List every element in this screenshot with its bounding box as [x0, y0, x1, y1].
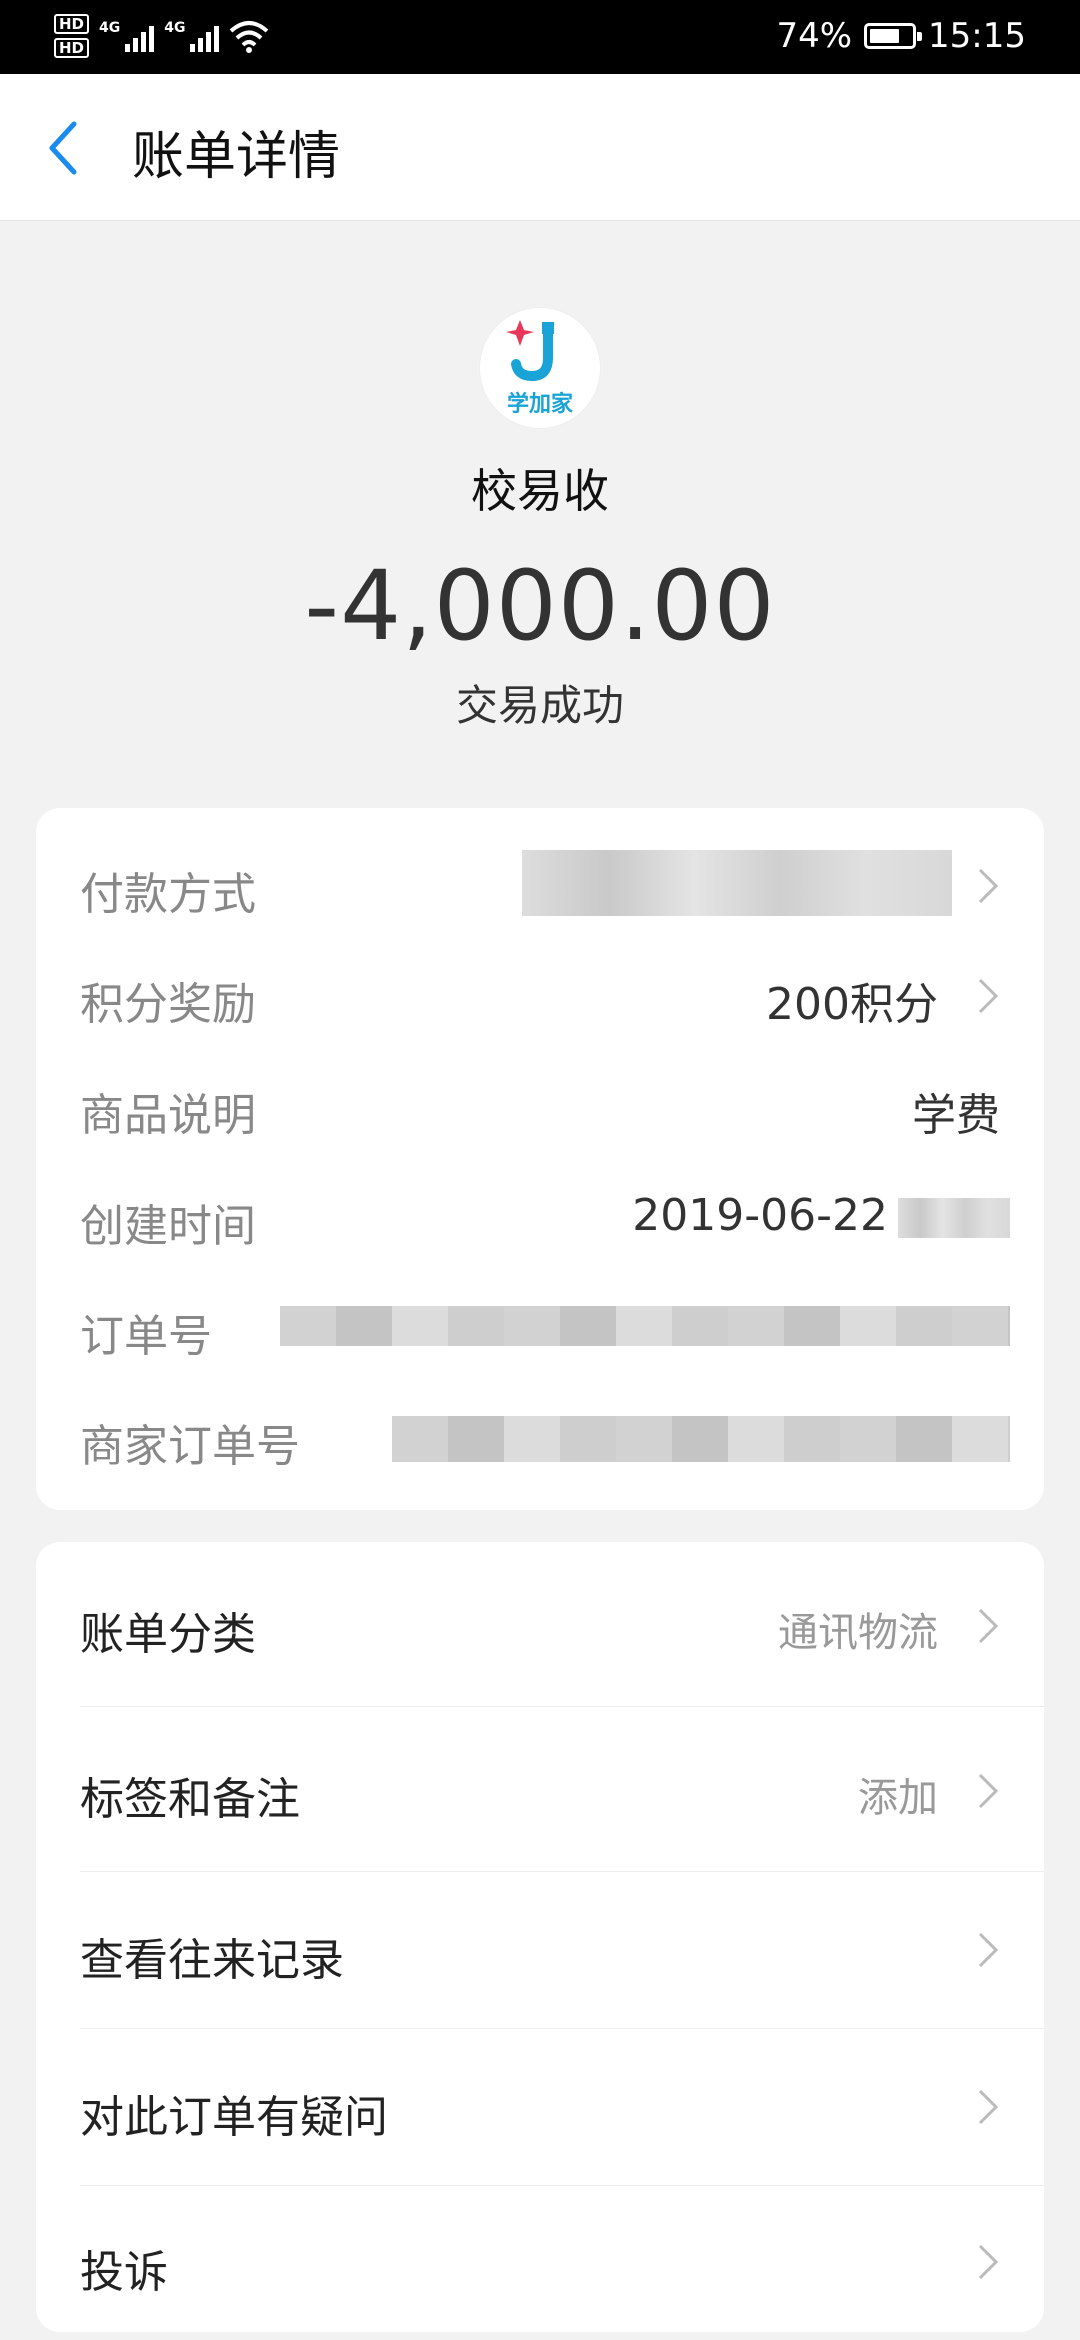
chevron-right-icon: [978, 1608, 999, 1644]
nav-bar: 账单详情: [0, 74, 1080, 221]
wifi-icon: [230, 21, 269, 53]
redacted-order-number: [280, 1306, 1010, 1346]
transaction-status: 交易成功: [455, 681, 624, 730]
tags-row[interactable]: 标签和备注 添加: [36, 1707, 1044, 1871]
merchant-name: 校易收: [471, 464, 609, 518]
merchant-logo: 学加家: [480, 308, 600, 428]
status-bar: HD HD 4G 4G 74% 15:15: [0, 0, 1080, 74]
created-time-value: 2019-06-22: [632, 1190, 888, 1241]
payment-method-label: 付款方式: [80, 869, 256, 920]
points-label: 积分奖励: [80, 979, 256, 1030]
chevron-right-icon: [978, 868, 999, 904]
category-label: 账单分类: [80, 1609, 256, 1660]
redacted-payment-method: [522, 850, 952, 916]
battery-icon: [864, 23, 923, 49]
created-time-label: 创建时间: [80, 1201, 256, 1252]
action-card: 账单分类 通讯物流 标签和备注 添加 查看往来记录 对此订单有疑问 投诉: [36, 1542, 1044, 2332]
chevron-right-icon: [978, 2089, 999, 2125]
question-row[interactable]: 对此订单有疑问: [36, 2029, 1044, 2185]
order-number-label: 订单号: [80, 1311, 212, 1362]
hd-indicators: HD HD: [54, 14, 90, 58]
status-right: 74% 15:15: [776, 16, 1026, 56]
redacted-merchant-order: [392, 1416, 1010, 1462]
redacted-time: [898, 1198, 1010, 1238]
hd-badge: HD: [54, 14, 90, 34]
battery-percent: 74%: [776, 16, 853, 56]
payment-method-row[interactable]: 付款方式: [36, 830, 1044, 940]
question-label: 对此订单有疑问: [80, 2092, 388, 2143]
merchant-order-row: 商家订单号: [36, 1382, 1044, 1492]
status-left: HD HD 4G 4G: [54, 14, 269, 58]
page-title: 账单详情: [132, 127, 341, 187]
product-label: 商品说明: [80, 1090, 256, 1141]
category-value: 通讯物流: [778, 1610, 938, 1656]
history-label: 查看往来记录: [80, 1935, 344, 1986]
detail-card: 付款方式 积分奖励 200积分 商品说明 学费 创建时间 2019-06-22 …: [36, 808, 1044, 1510]
history-row[interactable]: 查看往来记录: [36, 1872, 1044, 2028]
product-value: 学费: [912, 1090, 1000, 1141]
complaint-row[interactable]: 投诉: [36, 2186, 1044, 2332]
network-type: 4G: [99, 20, 121, 36]
tags-value: 添加: [858, 1775, 938, 1821]
chevron-right-icon: [978, 978, 999, 1014]
clock: 15:15: [928, 16, 1026, 56]
category-row[interactable]: 账单分类 通讯物流: [36, 1542, 1044, 1706]
created-time-row: 创建时间 2019-06-22: [36, 1162, 1044, 1272]
hd-badge: HD: [54, 38, 90, 58]
points-value: 200积分: [766, 979, 938, 1030]
transaction-amount: -4,000.00: [304, 550, 776, 662]
logo-text: 学加家: [506, 392, 573, 417]
logo-mark-icon: [506, 320, 554, 382]
network-type: 4G: [164, 20, 186, 36]
chevron-right-icon: [978, 1932, 999, 1968]
chevron-right-icon: [978, 2244, 999, 2280]
points-row[interactable]: 积分奖励 200积分: [36, 940, 1044, 1050]
tags-label: 标签和备注: [80, 1774, 300, 1825]
product-row: 商品说明 学费: [36, 1051, 1044, 1161]
signal-icon: 4G: [99, 20, 155, 52]
back-arrow-icon[interactable]: [44, 118, 84, 178]
chevron-right-icon: [978, 1773, 999, 1809]
complaint-label: 投诉: [80, 2247, 168, 2298]
merchant-order-label: 商家订单号: [80, 1421, 300, 1472]
signal-icon: 4G: [164, 20, 220, 52]
order-number-row: 订单号: [36, 1272, 1044, 1382]
